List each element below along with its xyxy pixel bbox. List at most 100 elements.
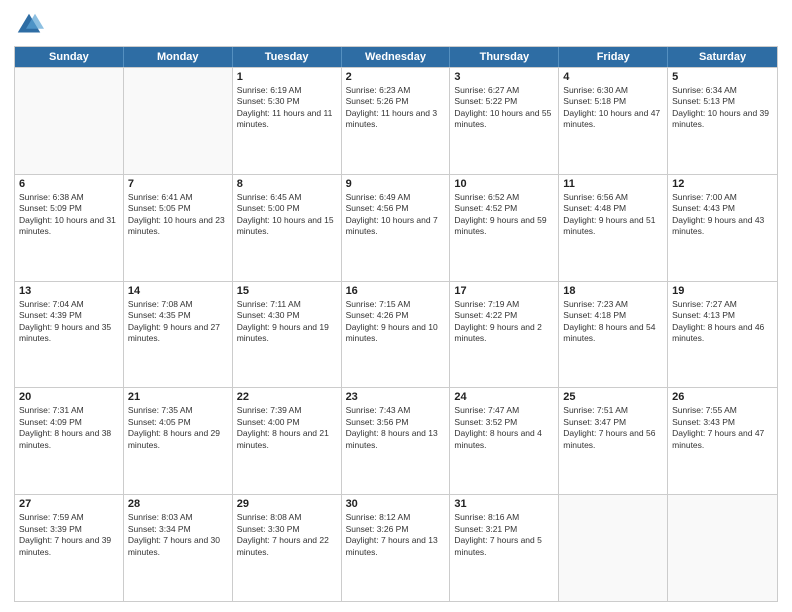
day-number: 21 (128, 391, 228, 403)
calendar-day-6: 6Sunrise: 6:38 AM Sunset: 5:09 PM Daylig… (15, 175, 124, 281)
day-number: 28 (128, 498, 228, 510)
calendar-day-27: 27 Sunrise: 7:59 AM Sunset: 3:39 PM Dayli… (15, 495, 124, 601)
day-info: Sunrise: 6:34 AM Sunset: 5:13 PM Dayligh… (672, 85, 773, 131)
day-number: 25 (563, 391, 663, 403)
day-info: Sunrise: 7:19 AM Sunset: 4:22 PM Dayligh… (454, 299, 554, 345)
day-number: 7 (128, 178, 228, 190)
day-info: Sunrise: 6:38 AM Sunset: 5:09 PM Dayligh… (19, 192, 119, 238)
weekday-header-wednesday: Wednesday (342, 47, 451, 67)
day-info: Sunrise: 7:27 AM Sunset: 4:13 PM Dayligh… (672, 299, 773, 345)
calendar-row-2: 13 Sunrise: 7:04 AM Sunset: 4:39 PM Dayli… (15, 281, 777, 388)
calendar-day-30: 30 Sunrise: 8:12 AM Sunset: 3:26 PM Dayli… (342, 495, 451, 601)
calendar-day-29: 29 Sunrise: 8:08 AM Sunset: 3:30 PM Dayli… (233, 495, 342, 601)
calendar-day-26: 26 Sunrise: 7:55 AM Sunset: 3:43 PM Dayli… (668, 388, 777, 494)
weekday-header-sunday: Sunday (15, 47, 124, 67)
calendar-day-2: 2 Sunrise: 6:23 AM Sunset: 5:26 PM Daylig… (342, 68, 451, 174)
day-number: 1 (237, 71, 337, 83)
day-number: 27 (19, 498, 119, 510)
day-number: 13 (19, 285, 119, 297)
calendar-day-21: 21Sunrise: 7:35 AM Sunset: 4:05 PM Dayli… (124, 388, 233, 494)
calendar-body: 1 Sunrise: 6:19 AM Sunset: 5:30 PM Daylig… (15, 67, 777, 601)
calendar-day-15: 15 Sunrise: 7:11 AM Sunset: 4:30 PM Dayli… (233, 282, 342, 388)
day-info: Sunrise: 6:41 AM Sunset: 5:05 PM Dayligh… (128, 192, 228, 238)
day-info: Sunrise: 7:11 AM Sunset: 4:30 PM Dayligh… (237, 299, 337, 345)
day-number: 16 (346, 285, 446, 297)
calendar-day-19: 19 Sunrise: 7:27 AM Sunset: 4:13 PM Dayli… (668, 282, 777, 388)
day-number: 4 (563, 71, 663, 83)
day-info: Sunrise: 7:08 AM Sunset: 4:35 PM Dayligh… (128, 299, 228, 345)
day-info: Sunrise: 7:47 AM Sunset: 3:52 PM Dayligh… (454, 405, 554, 451)
calendar-day-25: 25 Sunrise: 7:51 AM Sunset: 3:47 PM Dayli… (559, 388, 668, 494)
day-number: 26 (672, 391, 773, 403)
header (14, 10, 778, 40)
calendar-day-9: 9 Sunrise: 6:49 AM Sunset: 4:56 PM Daylig… (342, 175, 451, 281)
day-info: Sunrise: 8:16 AM Sunset: 3:21 PM Dayligh… (454, 512, 554, 558)
calendar-day-18: 18 Sunrise: 7:23 AM Sunset: 4:18 PM Dayli… (559, 282, 668, 388)
calendar-day-24: 24 Sunrise: 7:47 AM Sunset: 3:52 PM Dayli… (450, 388, 559, 494)
calendar-day-16: 16 Sunrise: 7:15 AM Sunset: 4:26 PM Dayli… (342, 282, 451, 388)
day-info: Sunrise: 7:31 AM Sunset: 4:09 PM Dayligh… (19, 405, 119, 451)
calendar-row-3: 20 Sunrise: 7:31 AM Sunset: 4:09 PM Dayli… (15, 387, 777, 494)
day-number: 5 (672, 71, 773, 83)
day-info: Sunrise: 7:15 AM Sunset: 4:26 PM Dayligh… (346, 299, 446, 345)
weekday-header-tuesday: Tuesday (233, 47, 342, 67)
day-info: Sunrise: 6:19 AM Sunset: 5:30 PM Dayligh… (237, 85, 337, 131)
day-number: 3 (454, 71, 554, 83)
day-info: Sunrise: 7:39 AM Sunset: 4:00 PM Dayligh… (237, 405, 337, 451)
day-info: Sunrise: 6:30 AM Sunset: 5:18 PM Dayligh… (563, 85, 663, 131)
day-info: Sunrise: 6:27 AM Sunset: 5:22 PM Dayligh… (454, 85, 554, 131)
day-number: 2 (346, 71, 446, 83)
day-info: Sunrise: 7:04 AM Sunset: 4:39 PM Dayligh… (19, 299, 119, 345)
day-number: 31 (454, 498, 554, 510)
day-info: Sunrise: 7:55 AM Sunset: 3:43 PM Dayligh… (672, 405, 773, 451)
day-info: Sunrise: 8:08 AM Sunset: 3:30 PM Dayligh… (237, 512, 337, 558)
day-info: Sunrise: 7:00 AM Sunset: 4:43 PM Dayligh… (672, 192, 773, 238)
calendar-day-8: 8 Sunrise: 6:45 AM Sunset: 5:00 PM Daylig… (233, 175, 342, 281)
day-info: Sunrise: 7:51 AM Sunset: 3:47 PM Dayligh… (563, 405, 663, 451)
calendar-day-12: 12Sunrise: 7:00 AM Sunset: 4:43 PM Dayli… (668, 175, 777, 281)
calendar-day-11: 11 Sunrise: 6:56 AM Sunset: 4:48 PM Dayli… (559, 175, 668, 281)
day-info: Sunrise: 7:43 AM Sunset: 3:56 PM Dayligh… (346, 405, 446, 451)
day-number: 24 (454, 391, 554, 403)
weekday-header-friday: Friday (559, 47, 668, 67)
day-info: Sunrise: 6:56 AM Sunset: 4:48 PM Dayligh… (563, 192, 663, 238)
day-info: Sunrise: 7:59 AM Sunset: 3:39 PM Dayligh… (19, 512, 119, 558)
calendar-day-1: 1 Sunrise: 6:19 AM Sunset: 5:30 PM Daylig… (233, 68, 342, 174)
day-info: Sunrise: 6:45 AM Sunset: 5:00 PM Dayligh… (237, 192, 337, 238)
day-number: 22 (237, 391, 337, 403)
calendar-day-5: 5 Sunrise: 6:34 AM Sunset: 5:13 PM Daylig… (668, 68, 777, 174)
calendar-empty-cell (559, 495, 668, 601)
day-number: 20 (19, 391, 119, 403)
calendar-day-31: 31 Sunrise: 8:16 AM Sunset: 3:21 PM Dayli… (450, 495, 559, 601)
calendar-day-14: 14 Sunrise: 7:08 AM Sunset: 4:35 PM Dayli… (124, 282, 233, 388)
calendar-empty-cell (15, 68, 124, 174)
calendar-day-7: 7 Sunrise: 6:41 AM Sunset: 5:05 PM Daylig… (124, 175, 233, 281)
day-number: 14 (128, 285, 228, 297)
weekday-header-thursday: Thursday (450, 47, 559, 67)
calendar-day-23: 23 Sunrise: 7:43 AM Sunset: 3:56 PM Dayli… (342, 388, 451, 494)
day-info: Sunrise: 8:03 AM Sunset: 3:34 PM Dayligh… (128, 512, 228, 558)
logo (14, 10, 48, 40)
day-number: 9 (346, 178, 446, 190)
calendar: SundayMondayTuesdayWednesdayThursdayFrid… (14, 46, 778, 602)
day-info: Sunrise: 6:49 AM Sunset: 4:56 PM Dayligh… (346, 192, 446, 238)
day-number: 29 (237, 498, 337, 510)
day-number: 11 (563, 178, 663, 190)
calendar-empty-cell (124, 68, 233, 174)
day-number: 23 (346, 391, 446, 403)
calendar-day-3: 3 Sunrise: 6:27 AM Sunset: 5:22 PM Daylig… (450, 68, 559, 174)
calendar-day-22: 22 Sunrise: 7:39 AM Sunset: 4:00 PM Dayli… (233, 388, 342, 494)
weekday-header-monday: Monday (124, 47, 233, 67)
day-info: Sunrise: 6:23 AM Sunset: 5:26 PM Dayligh… (346, 85, 446, 131)
logo-icon (14, 10, 44, 40)
day-number: 8 (237, 178, 337, 190)
day-number: 19 (672, 285, 773, 297)
calendar-empty-cell (668, 495, 777, 601)
day-info: Sunrise: 7:23 AM Sunset: 4:18 PM Dayligh… (563, 299, 663, 345)
day-number: 15 (237, 285, 337, 297)
day-number: 30 (346, 498, 446, 510)
day-info: Sunrise: 6:52 AM Sunset: 4:52 PM Dayligh… (454, 192, 554, 238)
day-info: Sunrise: 8:12 AM Sunset: 3:26 PM Dayligh… (346, 512, 446, 558)
day-number: 18 (563, 285, 663, 297)
calendar-day-17: 17Sunrise: 7:19 AM Sunset: 4:22 PM Dayli… (450, 282, 559, 388)
